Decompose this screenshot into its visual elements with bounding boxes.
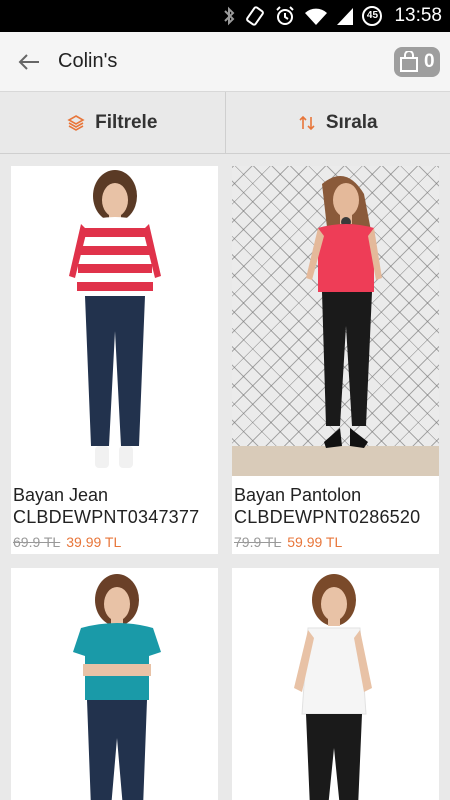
product-code: CLBDEWPNT0347377 (13, 507, 200, 527)
product-image (11, 568, 218, 800)
filter-label: Filtrele (95, 111, 158, 133)
product-name: Bayan Jean (13, 485, 109, 505)
product-image (232, 166, 439, 476)
product-image (11, 166, 218, 476)
filter-sort-bar: Filtrele Sırala (0, 92, 450, 154)
product-card[interactable] (232, 568, 439, 800)
sale-price: 59.99 TL (287, 534, 343, 550)
sale-price: 39.99 TL (66, 534, 122, 550)
back-arrow-icon (18, 53, 39, 70)
old-price: 79.9 TL (234, 534, 282, 550)
app-bar: Colin's 0 (0, 32, 450, 92)
sort-button[interactable]: Sırala (224, 92, 450, 153)
alarm-icon (276, 6, 295, 25)
sort-arrows-icon (299, 115, 315, 130)
clock: 13:58 (394, 5, 442, 26)
product-image (232, 568, 439, 800)
product-card[interactable]: Bayan Jean CLBDEWPNT0347377 69.9 TL 39.99… (11, 166, 218, 554)
product-grid: Bayan Jean CLBDEWPNT0347377 69.9 TL 39.99… (0, 154, 450, 800)
product-card[interactable] (11, 568, 218, 800)
old-price: 69.9 TL (13, 534, 61, 550)
rotation-icon (246, 6, 265, 26)
product-code: CLBDEWPNT0286520 (234, 507, 421, 527)
cart-count: 0 (424, 51, 435, 72)
back-button[interactable] (0, 32, 58, 92)
bluetooth-icon (224, 6, 235, 26)
battery-level: 45 (366, 10, 379, 21)
sort-label: Sırala (325, 111, 378, 133)
filter-button[interactable]: Filtrele (0, 92, 225, 153)
battery-icon: 45 (362, 6, 383, 26)
product-prices: 79.9 TL 59.99 TL (232, 528, 439, 554)
signal-icon (337, 8, 354, 25)
wifi-icon (305, 8, 328, 25)
product-name: Bayan Pantolon (234, 485, 362, 505)
product-prices: 69.9 TL 39.99 TL (11, 528, 218, 554)
page-title: Colin's (58, 50, 118, 72)
layers-icon (67, 114, 85, 131)
status-bar: 45 13:58 (0, 0, 450, 32)
product-card[interactable]: Bayan Pantolon CLBDEWPNT0286520 79.9 TL 5… (232, 166, 439, 554)
cart-button[interactable]: 0 (394, 47, 440, 77)
cart-icon (400, 51, 418, 72)
